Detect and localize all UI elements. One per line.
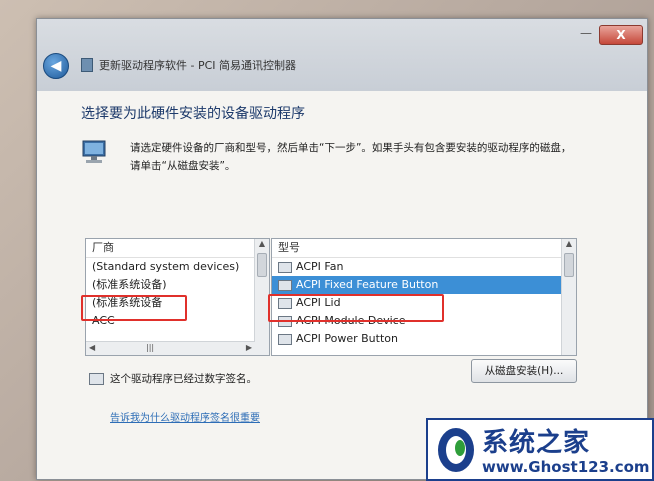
watermark-url: www.Ghost123.com [482, 458, 650, 476]
close-button[interactable]: X [599, 25, 643, 45]
back-button[interactable]: ◀ [43, 53, 69, 79]
device-icon [278, 261, 292, 273]
update-driver-window: — X ◀ 更新驱动程序软件 - PCI 简易通讯控制器 选择要为此硬件安装的设… [36, 18, 648, 480]
page-heading: 选择要为此硬件安装的设备驱动程序 [81, 106, 305, 122]
highlight-box-model [268, 294, 444, 322]
manufacturer-horizontal-scrollbar[interactable]: ◀ ||| ▶ [86, 341, 255, 355]
instruction-text: 请选定硬件设备的厂商和型号，然后单击“下一步”。如果手头有包含要安装的驱动程序的… [130, 142, 572, 172]
model-label: ACPI Fixed Feature Button [296, 278, 439, 291]
scroll-left-icon[interactable]: ◀ [89, 343, 95, 352]
list-item[interactable]: ACPI Fan [272, 258, 576, 276]
signature-status: 这个驱动程序已经过数字签名。 [110, 373, 257, 385]
scroll-right-icon[interactable]: ▶ [246, 343, 252, 352]
ghost-logo-icon [438, 428, 474, 472]
list-item[interactable]: ACPI Power Button [272, 330, 576, 348]
watermark-title: 系统之家 [482, 428, 591, 458]
highlight-box-manufacturer [81, 295, 187, 321]
model-label: ACPI Power Button [296, 332, 398, 345]
device-icon [278, 279, 292, 291]
watermark: 系统之家 www.Ghost123.com [426, 418, 654, 481]
scroll-thumb[interactable] [257, 253, 267, 277]
scroll-thumb[interactable] [564, 253, 574, 277]
window-title: 更新驱动程序软件 - PCI 简易通讯控制器 [99, 59, 297, 72]
list-item[interactable]: (标准系统设备) [86, 276, 269, 294]
list-item-selected[interactable]: ACPI Fixed Feature Button [272, 276, 576, 294]
computer-icon [82, 140, 106, 163]
signed-driver-icon [89, 373, 104, 385]
scroll-up-icon[interactable]: ▲ [562, 239, 576, 251]
manufacturer-vertical-scrollbar[interactable]: ▲ [254, 239, 269, 355]
device-driver-icon [81, 58, 93, 72]
breadcrumb: 更新驱动程序软件 - PCI 简易通讯控制器 [81, 57, 296, 73]
scroll-grip-icon: ||| [146, 343, 155, 352]
minimize-button[interactable]: — [577, 27, 595, 41]
screen-background: — X ◀ 更新驱动程序软件 - PCI 简易通讯控制器 选择要为此硬件安装的设… [0, 0, 654, 481]
scroll-up-icon[interactable]: ▲ [255, 239, 269, 251]
device-icon [278, 333, 292, 345]
signature-info-link[interactable]: 告诉我为什么驱动程序签名很重要 [110, 409, 260, 424]
model-header: 型号 [272, 239, 576, 258]
model-vertical-scrollbar[interactable]: ▲ [561, 239, 576, 355]
have-disk-button[interactable]: 从磁盘安装(H)... [471, 359, 577, 383]
title-bar: — X ◀ 更新驱动程序软件 - PCI 简易通讯控制器 [37, 19, 647, 91]
model-label: ACPI Fan [296, 260, 344, 273]
list-item[interactable]: (Standard system devices) [86, 258, 269, 276]
back-arrow-icon: ◀ [50, 58, 62, 74]
manufacturer-header: 厂商 [86, 239, 269, 258]
